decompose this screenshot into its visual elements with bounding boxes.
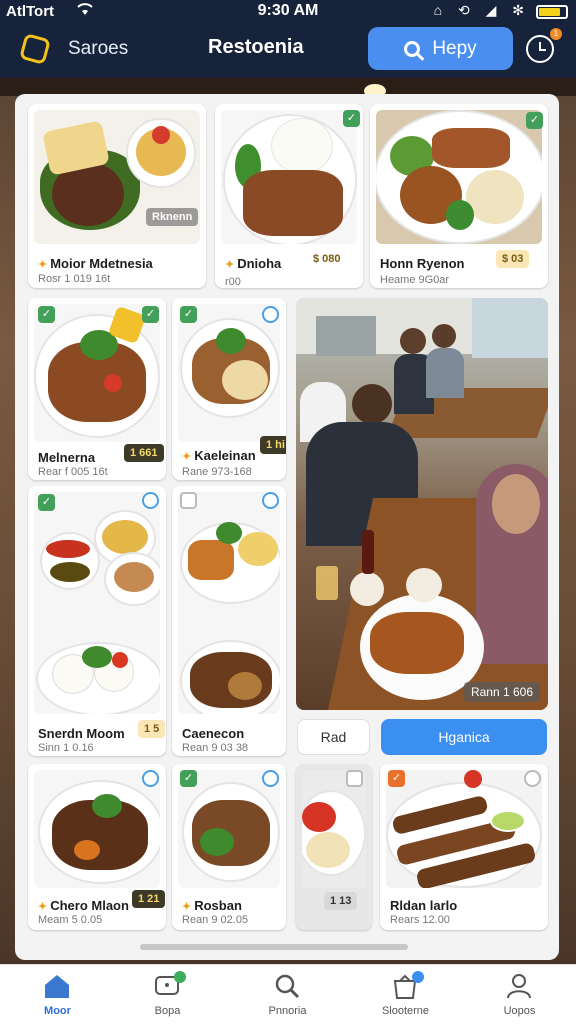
selected-check-icon[interactable]: ✓ [526,112,543,129]
price-tag: Rknenn [146,208,199,226]
price-tag: 1 13 [324,892,358,910]
menu-card[interactable]: ✓ ✦ Dnioha $ 080 r00 [215,104,363,288]
dish-photo [221,110,357,244]
profile-icon [507,974,531,999]
selected-check-icon[interactable]: ✓ [388,770,405,787]
dish-meta: Rean 9 02.05 [182,914,249,926]
dish-name: ✦ Moior Mdetnesia [38,256,153,271]
selected-check-icon[interactable]: ✓ [38,306,55,323]
clock-icon[interactable] [526,35,554,63]
selected-check-icon[interactable]: ✓ [180,770,197,787]
nav-item-profile[interactable]: Uopos [462,965,576,1024]
nav-item-search[interactable]: Pnnoria [230,965,345,1024]
add-button[interactable]: Rad [297,719,370,755]
menu-card[interactable]: ✓ ✦ Kaeleinan 1 hi Rane 973-168 [172,298,286,480]
bottom-nav: Moor Bopa Pnnoria Slooterne Uopos [0,964,576,1024]
battery-icon [536,5,568,19]
menu-card[interactable]: ✓ ✦ Rosban Rean 9 02.05 [172,764,286,930]
nav-label: Slooterne [381,1005,430,1017]
top-bar: AtlTort 9:30 AM ⌂ ⟲ ◢ ✻ Saroes Restoenia… [0,0,576,78]
nav-label: Moor [44,1005,71,1017]
menu-card[interactable]: ✓ Rldan larlo Rears 12.00 [380,764,548,930]
back-label[interactable]: Saroes [68,38,128,60]
nav-label: Uopos [503,1005,536,1017]
dish-meta: Rane 973-168 [182,466,252,478]
dish-name: Caenecon [182,726,245,741]
select-ring-icon[interactable] [262,306,279,323]
dish-meta: r00 [225,276,241,288]
scene-price-tag: Rann 1 606 [463,682,540,702]
dish-name: ✦ Rosban [182,898,242,913]
reserve-button[interactable]: Hganica [381,719,547,755]
menu-card[interactable]: ✦ Chero Mlaon 1 21 Meam 5 0.05 [28,764,166,930]
dish-photo [34,492,160,714]
menu-card[interactable]: ✓ Snerdn Moom 1 5 Sinn 1 0.16 [28,486,166,756]
price-tag: $ 080 [313,253,341,265]
price-tag: 1 hi [260,436,286,454]
selected-check-icon[interactable]: ✓ [38,494,55,511]
dish-meta: Meam 5 0.05 [38,914,103,926]
nav-badge [412,971,424,983]
dish-name: Snerdn Moom [38,726,125,741]
app-logo-icon[interactable] [19,33,51,65]
dish-meta: Rears 12.00 [390,914,450,926]
menu-card[interactable]: Rknenn ✦ Moior Mdetnesia Rosr 1 019 16t [28,104,206,288]
dish-photo [178,492,280,714]
search-icon [404,40,421,57]
menu-card[interactable]: 1 13 [296,764,372,930]
selected-check-icon[interactable]: ✓ [180,306,197,323]
nav-badge [174,971,186,983]
select-box-icon[interactable] [180,492,197,509]
selected-check-icon[interactable]: ✓ [343,110,360,127]
dish-photo [34,770,160,888]
nav-item-chat[interactable]: Bopa [110,965,225,1024]
menu-card[interactable]: ✓ Honn Ryenon $ 03 Heame 9G0ar [370,104,548,288]
notification-badge: 1 [550,28,562,40]
search-icon [275,974,300,999]
price-tag: 1 21 [132,890,166,908]
page-title: Restoenia [208,36,304,58]
help-button[interactable]: Hepy [368,27,513,70]
dish-name: ✦ Chero Mlaon [38,898,129,913]
status-icons: ⌂ ⟲ ◢ ✻ [433,2,530,18]
select-ring-icon[interactable] [262,492,279,509]
nav-label: Pnnoria [268,1005,307,1017]
selected-check-icon[interactable]: ✓ [142,306,159,323]
dish-meta: Rosr 1 019 16t [38,273,111,285]
home-icon [45,975,69,998]
dish-name: Rldan larlo [390,898,458,913]
select-ring-icon[interactable] [524,770,541,787]
restaurant-photo[interactable]: Rann 1 606 [296,298,548,710]
nav-item-bag[interactable]: Slooterne [348,965,463,1024]
scrollbar[interactable] [140,944,408,950]
select-ring-icon[interactable] [142,492,159,509]
dish-photo [386,770,542,888]
select-ring-icon[interactable] [262,770,279,787]
dish-name: ✦ Kaeleinan [182,448,256,463]
dish-name: ✦ Dnioha [225,256,282,271]
dish-meta: Rean 9 03 38 [182,742,249,754]
menu-card[interactable]: Caenecon Rean 9 03 38 [172,486,286,756]
dish-name: Melnerna [38,450,96,465]
dish-name: Honn Ryenon [380,256,465,271]
price-tag: $ 03 [496,250,530,268]
menu-card[interactable]: ✓ ✓ Melnerna 1 661 Rear f 005 16t [28,298,166,480]
battery-level [539,8,560,16]
dish-photo [178,770,280,888]
dish-meta: Rear f 005 16t [38,466,108,478]
dish-photo [34,304,160,442]
dish-meta: Sinn 1 0.16 [38,742,94,754]
dish-photo [302,770,366,888]
price-tag: 1 661 [124,444,164,462]
select-box-icon[interactable] [346,770,363,787]
dish-meta: Heame 9G0ar [380,274,450,286]
dish-photo [376,110,542,244]
nav-item-home[interactable]: Moor [0,965,115,1024]
nav-label: Bopa [154,1005,181,1017]
help-button-label: Hepy [432,37,477,59]
price-tag: 1 5 [138,720,166,738]
status-bar: AtlTort 9:30 AM ⌂ ⟲ ◢ ✻ [0,0,576,24]
dish-photo [178,304,280,442]
select-ring-icon[interactable] [142,770,159,787]
